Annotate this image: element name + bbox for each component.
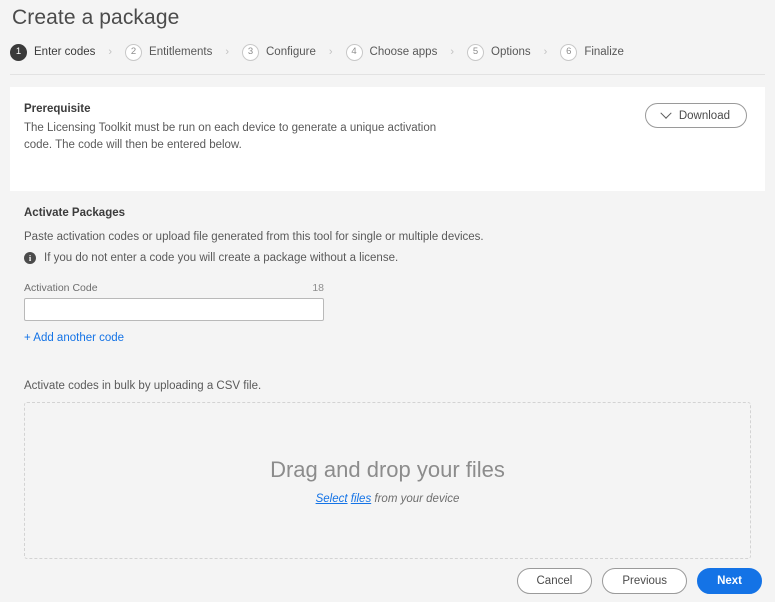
step-label-enter-codes: Enter codes (34, 46, 96, 58)
previous-button[interactable]: Previous (602, 568, 688, 594)
activation-code-label: Activation Code (24, 282, 98, 294)
step-label-choose-apps: Choose apps (369, 46, 438, 58)
cancel-button[interactable]: Cancel (516, 568, 593, 594)
chevron-down-icon (660, 107, 672, 119)
license-note: i If you do not enter a code you will cr… (24, 252, 765, 264)
prerequisite-card: Prerequisite The Licensing Toolkit must … (10, 87, 765, 191)
activation-code-input[interactable] (24, 298, 324, 321)
step-separator-icon: › (225, 46, 229, 58)
download-button[interactable]: Download (644, 103, 747, 128)
step-number-6: 6 (560, 43, 578, 61)
header-divider (10, 74, 765, 75)
license-note-text: If you do not enter a code you will crea… (44, 252, 399, 264)
step-item-enter-codes[interactable]: 1 Enter codes (10, 43, 96, 61)
select-link[interactable]: Select (316, 493, 348, 505)
step-label-options: Options (491, 46, 531, 58)
step-progress-bar: 1 Enter codes › 2 Entitlements › 3 Confi… (0, 30, 775, 64)
file-dropzone[interactable]: Drag and drop your files Select files fr… (24, 402, 751, 559)
dropzone-subtitle-suffix: from your device (371, 492, 460, 505)
step-item-choose-apps[interactable]: 4 Choose apps (345, 43, 438, 61)
step-separator-icon: › (543, 46, 548, 58)
footer-actions: Cancel Previous Next (516, 568, 762, 594)
info-icon: i (24, 252, 36, 264)
step-number-4: 4 (345, 43, 363, 61)
download-button-label: Download (678, 109, 730, 122)
step-label-finalize: Finalize (584, 46, 624, 58)
step-separator-icon: › (108, 46, 113, 58)
step-item-finalize[interactable]: 6 Finalize (560, 43, 624, 61)
activation-code-field-group: Activation Code 18 (24, 282, 324, 321)
step-number-2: 2 (125, 43, 143, 61)
prerequisite-text-block: Prerequisite The Licensing Toolkit must … (24, 103, 454, 154)
activate-packages-description: Paste activation codes or upload file ge… (24, 231, 484, 243)
step-number-1: 1 (10, 43, 27, 61)
prerequisite-title: Prerequisite (24, 103, 91, 115)
bulk-upload-description: Activate codes in bulk by uploading a CS… (24, 380, 262, 392)
step-item-configure[interactable]: 3 Configure (242, 43, 316, 61)
activate-packages-title: Activate Packages (24, 207, 126, 219)
step-item-entitlements[interactable]: 2 Entitlements (125, 43, 213, 61)
activation-code-field-header: Activation Code 18 (24, 282, 324, 294)
prerequisite-description: The Licensing Toolkit must be run on eac… (24, 122, 437, 151)
step-number-3: 3 (242, 43, 259, 61)
add-another-code-link[interactable]: + Add another code (24, 332, 124, 344)
step-label-entitlements: Entitlements (149, 46, 213, 58)
step-separator-icon: › (450, 46, 454, 58)
step-label-configure: Configure (266, 46, 316, 58)
step-separator-icon: › (328, 46, 333, 58)
step-number-5: 5 (467, 43, 484, 61)
activation-code-character-counter: 18 (312, 282, 324, 294)
dropzone-subtitle: Select files from your device (316, 493, 460, 505)
activate-packages-section: Activate Packages Paste activation codes… (0, 191, 775, 392)
select-files-link[interactable]: files (351, 493, 371, 505)
dropzone-title: Drag and drop your files (270, 456, 505, 482)
step-item-options[interactable]: 5 Options (467, 43, 531, 61)
next-button[interactable]: Next (697, 568, 762, 594)
page-title: Create a package (12, 6, 180, 29)
